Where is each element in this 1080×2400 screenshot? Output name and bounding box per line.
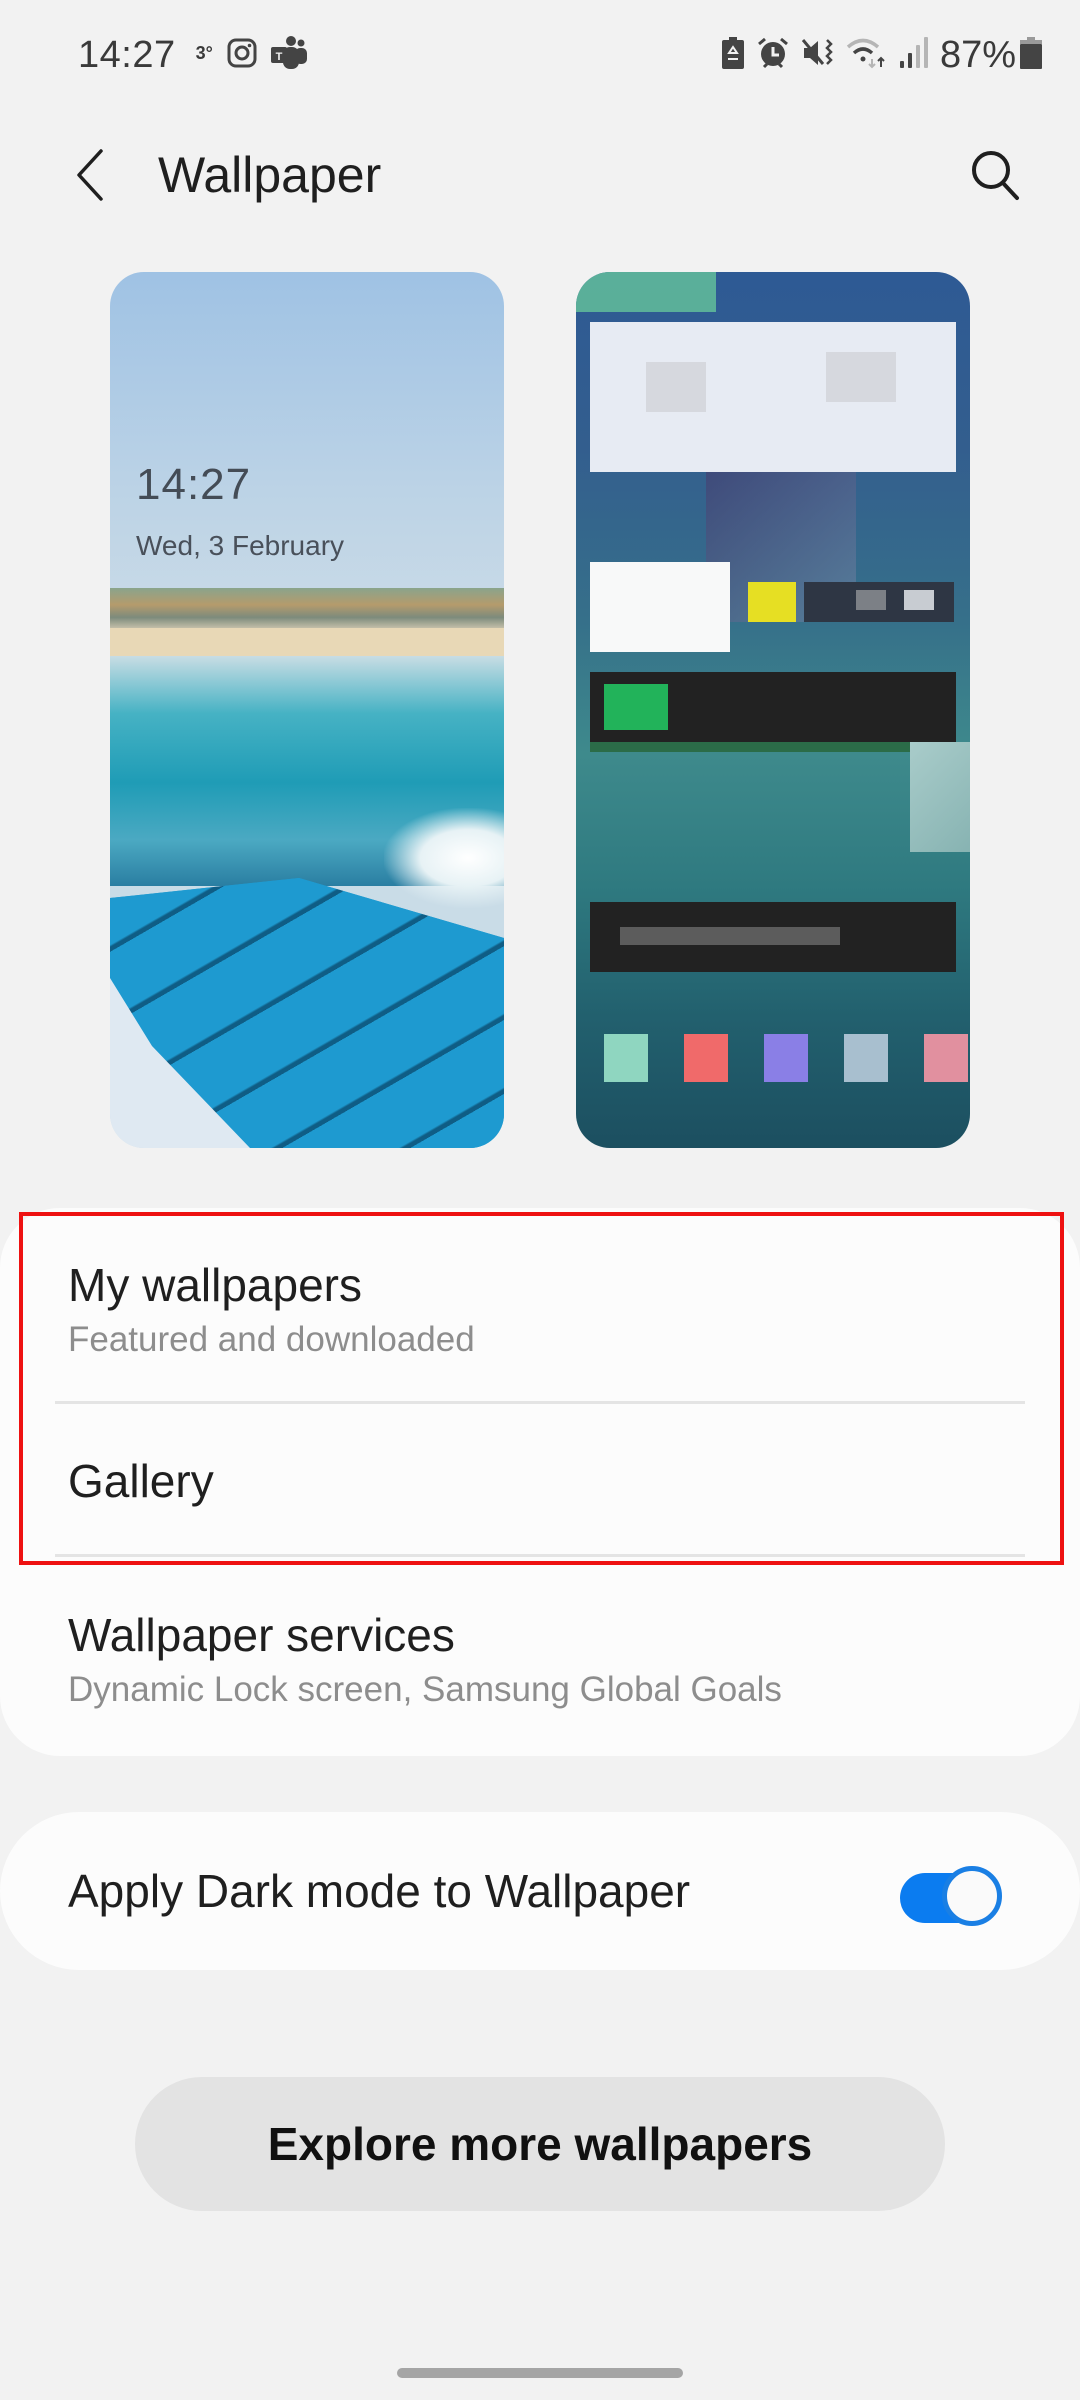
pixelated-widget [590,322,956,472]
scene-town [110,588,504,630]
toggle-thumb [942,1866,1002,1926]
pixelated-block [576,272,716,312]
battery-saver-icon [721,37,744,74]
menu-item-title: My wallpapers [68,1259,362,1311]
wallpaper-options-card: My wallpapers Featured and downloaded Ga… [0,1208,1080,1756]
status-left: 14:27 3° T [78,34,309,77]
dark-mode-row[interactable]: Apply Dark mode to Wallpaper [0,1812,1080,1970]
status-bar: 14:27 3° T 87% [0,0,1080,110]
scene-beach [110,628,504,658]
pixelated-app-icon [684,1034,728,1082]
divider [55,1554,1025,1557]
status-right: 87% [710,34,1042,77]
menu-item-subtitle: Dynamic Lock screen, Samsung Global Goal… [68,1670,782,1709]
lock-screen-date: Wed, 3 February [136,530,345,561]
pixelated-widget [590,562,730,652]
menu-item-subtitle: Featured and downloaded [68,1320,475,1359]
menu-item-title: Wallpaper services [68,1609,455,1661]
lock-screen-time: 14:27 [136,460,252,509]
pixelated-block [904,590,934,610]
status-time: 14:27 [78,34,176,76]
pixelated-block [604,684,668,730]
navigation-gesture-handle[interactable] [397,2368,683,2378]
lock-screen-wallpaper-image [110,588,504,1148]
menu-item-title: Gallery [68,1455,214,1507]
pixelated-app-icon [844,1034,888,1082]
svg-text:T: T [275,51,282,63]
pixelated-block [620,927,840,945]
pixelated-block [748,582,796,622]
dark-mode-toggle[interactable] [900,1866,1002,1926]
back-button[interactable] [60,140,120,210]
pixelated-app-icon [924,1034,968,1082]
pixelated-app-icon [604,1034,648,1082]
home-screen-preview[interactable] [576,272,970,1148]
dark-mode-label: Apply Dark mode to Wallpaper [68,1865,691,1917]
weather-temperature: 3° [195,43,213,63]
lock-screen-preview[interactable]: 14:27 Wed, 3 February [110,272,504,1148]
pixelated-block [856,590,886,610]
menu-item-wallpaper-services[interactable]: Wallpaper services Dynamic Lock screen, … [0,1558,1080,1756]
signal-icon [899,37,928,74]
instagram-icon [227,38,257,73]
teams-icon: T [270,36,309,75]
page-title: Wallpaper [158,147,382,203]
pixelated-block [910,742,970,852]
pixelated-app-icon [764,1034,808,1082]
app-bar: Wallpaper [0,120,1080,230]
explore-more-wallpapers-button[interactable]: Explore more wallpapers [135,2077,945,2211]
pixelated-block [826,352,896,402]
scene-wave [384,808,504,908]
dark-mode-card: Apply Dark mode to Wallpaper [0,1812,1080,1970]
pixelated-block [590,742,956,752]
battery-percentage: 87% [939,34,1016,76]
alarm-icon [756,37,790,74]
menu-item-gallery[interactable]: Gallery [0,1404,1080,1558]
search-button[interactable] [960,140,1030,210]
search-icon [972,151,1019,200]
mute-vibrate-icon [801,37,834,74]
battery-icon [1020,37,1042,74]
pixelated-block [646,362,706,412]
back-chevron-icon [77,149,103,201]
menu-item-my-wallpapers[interactable]: My wallpapers Featured and downloaded [0,1208,1080,1404]
wifi-icon [846,37,888,74]
